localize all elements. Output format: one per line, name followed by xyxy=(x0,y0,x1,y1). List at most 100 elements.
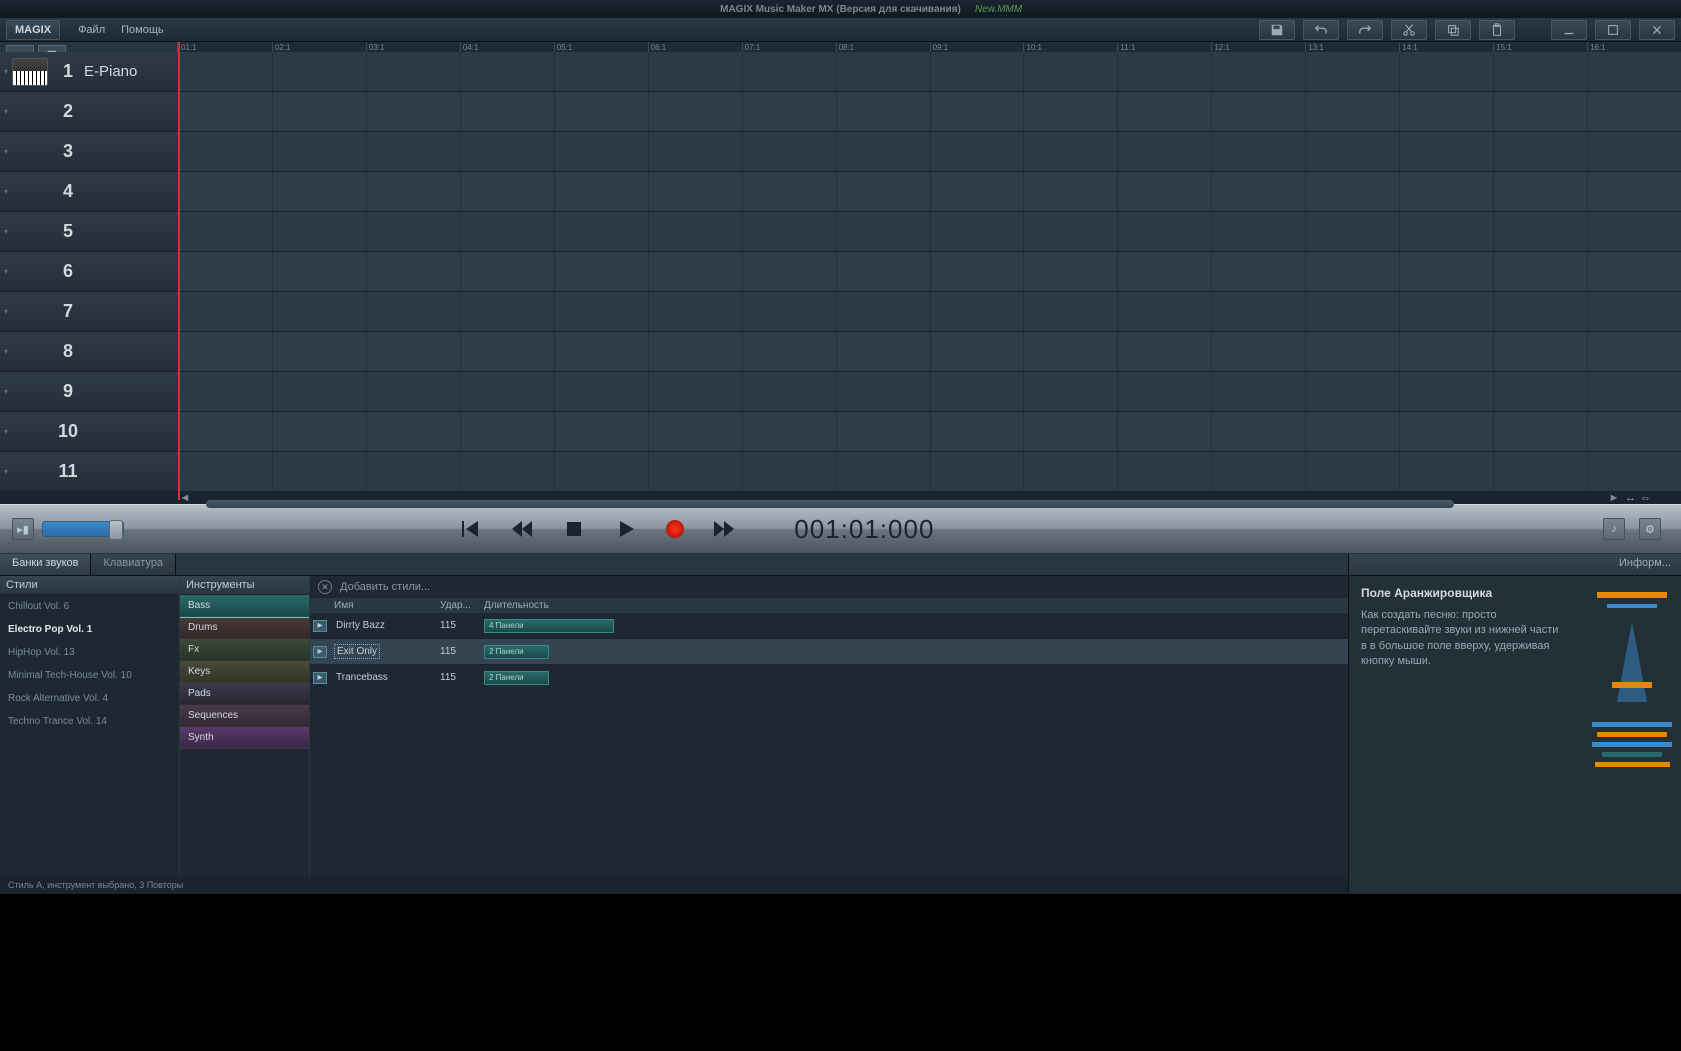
sound-browser: Банки звуков Клавиатура Стили Chillout V… xyxy=(0,554,1349,894)
zoom-out-h-icon[interactable]: ↔ xyxy=(1625,492,1636,504)
track-header[interactable]: ▾11 xyxy=(0,452,178,492)
col-bpm[interactable]: Удар... xyxy=(440,600,480,611)
minimize-button[interactable] xyxy=(1551,20,1587,40)
preview-play-icon[interactable]: ▸ xyxy=(313,620,327,632)
ruler-tick: 14:1 xyxy=(1399,42,1493,52)
app-title: MAGIX Music Maker MX (Версия для скачива… xyxy=(720,4,961,15)
style-item[interactable]: Rock Alternative Vol. 4 xyxy=(0,687,179,710)
col-name[interactable]: Имя xyxy=(330,600,440,611)
style-item[interactable]: Techno Trance Vol. 14 xyxy=(0,710,179,733)
track-number: 4 xyxy=(56,181,80,202)
ruler-tick: 01:1 xyxy=(178,42,272,52)
sounds-list-panel: ✕ Добавить стили... Имя Удар... Длительн… xyxy=(310,576,1348,876)
volume-slider[interactable] xyxy=(42,521,124,537)
track-lane[interactable] xyxy=(178,372,1681,412)
track-header[interactable]: ▾9 xyxy=(0,372,178,412)
track-lane[interactable] xyxy=(178,172,1681,212)
maximize-button[interactable] xyxy=(1595,20,1631,40)
sound-row[interactable]: ▸Trancebass1152 Панели xyxy=(310,665,1348,691)
monitor-button[interactable]: ▸▮ xyxy=(12,518,34,540)
fast-forward-button[interactable] xyxy=(712,517,736,541)
scroll-right-icon[interactable]: ► xyxy=(1607,492,1621,504)
play-button[interactable] xyxy=(614,517,638,541)
copy-button[interactable] xyxy=(1435,20,1471,40)
close-button[interactable] xyxy=(1639,20,1675,40)
record-button[interactable] xyxy=(666,520,684,538)
track-lane[interactable] xyxy=(178,252,1681,292)
track-grid[interactable] xyxy=(178,52,1681,492)
track-lane[interactable] xyxy=(178,212,1681,252)
paste-button[interactable] xyxy=(1479,20,1515,40)
scroll-left-icon[interactable]: ◄ xyxy=(178,492,192,504)
track-header[interactable]: ▾5 xyxy=(0,212,178,252)
playhead[interactable] xyxy=(178,42,180,500)
sound-row[interactable]: ▸Exit Only115 2 Панели xyxy=(310,639,1348,665)
save-button[interactable] xyxy=(1259,20,1295,40)
redo-button[interactable] xyxy=(1347,20,1383,40)
tab-soundbanks[interactable]: Банки звуков xyxy=(0,554,91,575)
bottom-panel: Банки звуков Клавиатура Стили Chillout V… xyxy=(0,554,1681,894)
track-lane[interactable] xyxy=(178,132,1681,172)
track-header[interactable]: ▾1E-Piano xyxy=(0,52,178,92)
instrument-item[interactable]: Fx xyxy=(180,639,309,661)
track-lane[interactable] xyxy=(178,332,1681,372)
track-lane[interactable] xyxy=(178,412,1681,452)
track-lane[interactable] xyxy=(178,452,1681,492)
scroll-thumb[interactable] xyxy=(206,500,1454,508)
track-lane[interactable] xyxy=(178,292,1681,332)
zoom-in-h-icon[interactable]: ⇔ xyxy=(1640,492,1651,504)
style-item[interactable]: HipHop Vol. 13 xyxy=(0,641,179,664)
track-lane[interactable] xyxy=(178,92,1681,132)
instrument-item[interactable]: Synth xyxy=(180,727,309,749)
menu-help[interactable]: Помощь xyxy=(113,24,172,36)
styles-panel: Стили Chillout Vol. 6Electro Pop Vol. 1H… xyxy=(0,576,180,876)
preview-play-icon[interactable]: ▸ xyxy=(313,672,327,684)
style-item[interactable]: Electro Pop Vol. 1 xyxy=(0,618,179,641)
instrument-item[interactable]: Keys xyxy=(180,661,309,683)
track-lane[interactable] xyxy=(178,52,1681,92)
instrument-item[interactable]: Sequences xyxy=(180,705,309,727)
sound-name: Trancebass xyxy=(330,671,440,684)
preview-play-icon[interactable]: ▸ xyxy=(313,646,327,658)
sound-row[interactable]: ▸Dirrty Bazz1154 Панели xyxy=(310,613,1348,639)
track-number: 11 xyxy=(56,461,80,482)
ruler-tick: 11:1 xyxy=(1117,42,1211,52)
track-header[interactable]: ▾7 xyxy=(0,292,178,332)
transport-extra-a[interactable]: ♪ xyxy=(1603,518,1625,540)
col-duration[interactable]: Длительность xyxy=(480,600,1348,611)
ruler-tick: 12:1 xyxy=(1211,42,1305,52)
menu-file[interactable]: Файл xyxy=(70,24,113,36)
sound-table-header: Имя Удар... Длительность xyxy=(310,598,1348,613)
track-header[interactable]: ▾6 xyxy=(0,252,178,292)
duration-bar[interactable]: 2 Панели xyxy=(484,645,549,659)
sound-bpm: 115 xyxy=(440,646,480,657)
duration-bar[interactable]: 2 Панели xyxy=(484,671,549,685)
rewind-button[interactable] xyxy=(510,517,534,541)
track-header[interactable]: ▾4 xyxy=(0,172,178,212)
track-header[interactable]: ▾8 xyxy=(0,332,178,372)
transport-extra-b[interactable]: ⚙ xyxy=(1639,518,1661,540)
cut-button[interactable] xyxy=(1391,20,1427,40)
duration-bar[interactable]: 4 Панели xyxy=(484,619,614,633)
tab-keyboard[interactable]: Клавиатура xyxy=(91,554,176,575)
style-item[interactable]: Chillout Vol. 6 xyxy=(0,595,179,618)
ruler-tick: 09:1 xyxy=(930,42,1024,52)
logo: MAGIX xyxy=(6,20,60,40)
track-header[interactable]: ▾2 xyxy=(0,92,178,132)
menubar: MAGIX Файл Помощь xyxy=(0,18,1681,42)
sound-name: Exit Only xyxy=(330,644,440,659)
instrument-item[interactable]: Drums xyxy=(180,617,309,639)
close-icon[interactable]: ✕ xyxy=(318,580,332,594)
track-header[interactable]: ▾3 xyxy=(0,132,178,172)
undo-button[interactable] xyxy=(1303,20,1339,40)
instrument-item[interactable]: Bass xyxy=(180,595,309,617)
rewind-start-button[interactable] xyxy=(458,517,482,541)
style-item[interactable]: Minimal Tech-House Vol. 10 xyxy=(0,664,179,687)
instrument-item[interactable]: Pads xyxy=(180,683,309,705)
horizontal-scrollbar[interactable]: ◄ ► ↔ ⇔ xyxy=(0,492,1681,504)
track-header[interactable]: ▾10 xyxy=(0,412,178,452)
stop-button[interactable] xyxy=(562,517,586,541)
tab-info[interactable]: Информ... xyxy=(1349,554,1681,576)
ruler-tick: 08:1 xyxy=(836,42,930,52)
add-styles-link[interactable]: Добавить стили... xyxy=(340,581,430,593)
